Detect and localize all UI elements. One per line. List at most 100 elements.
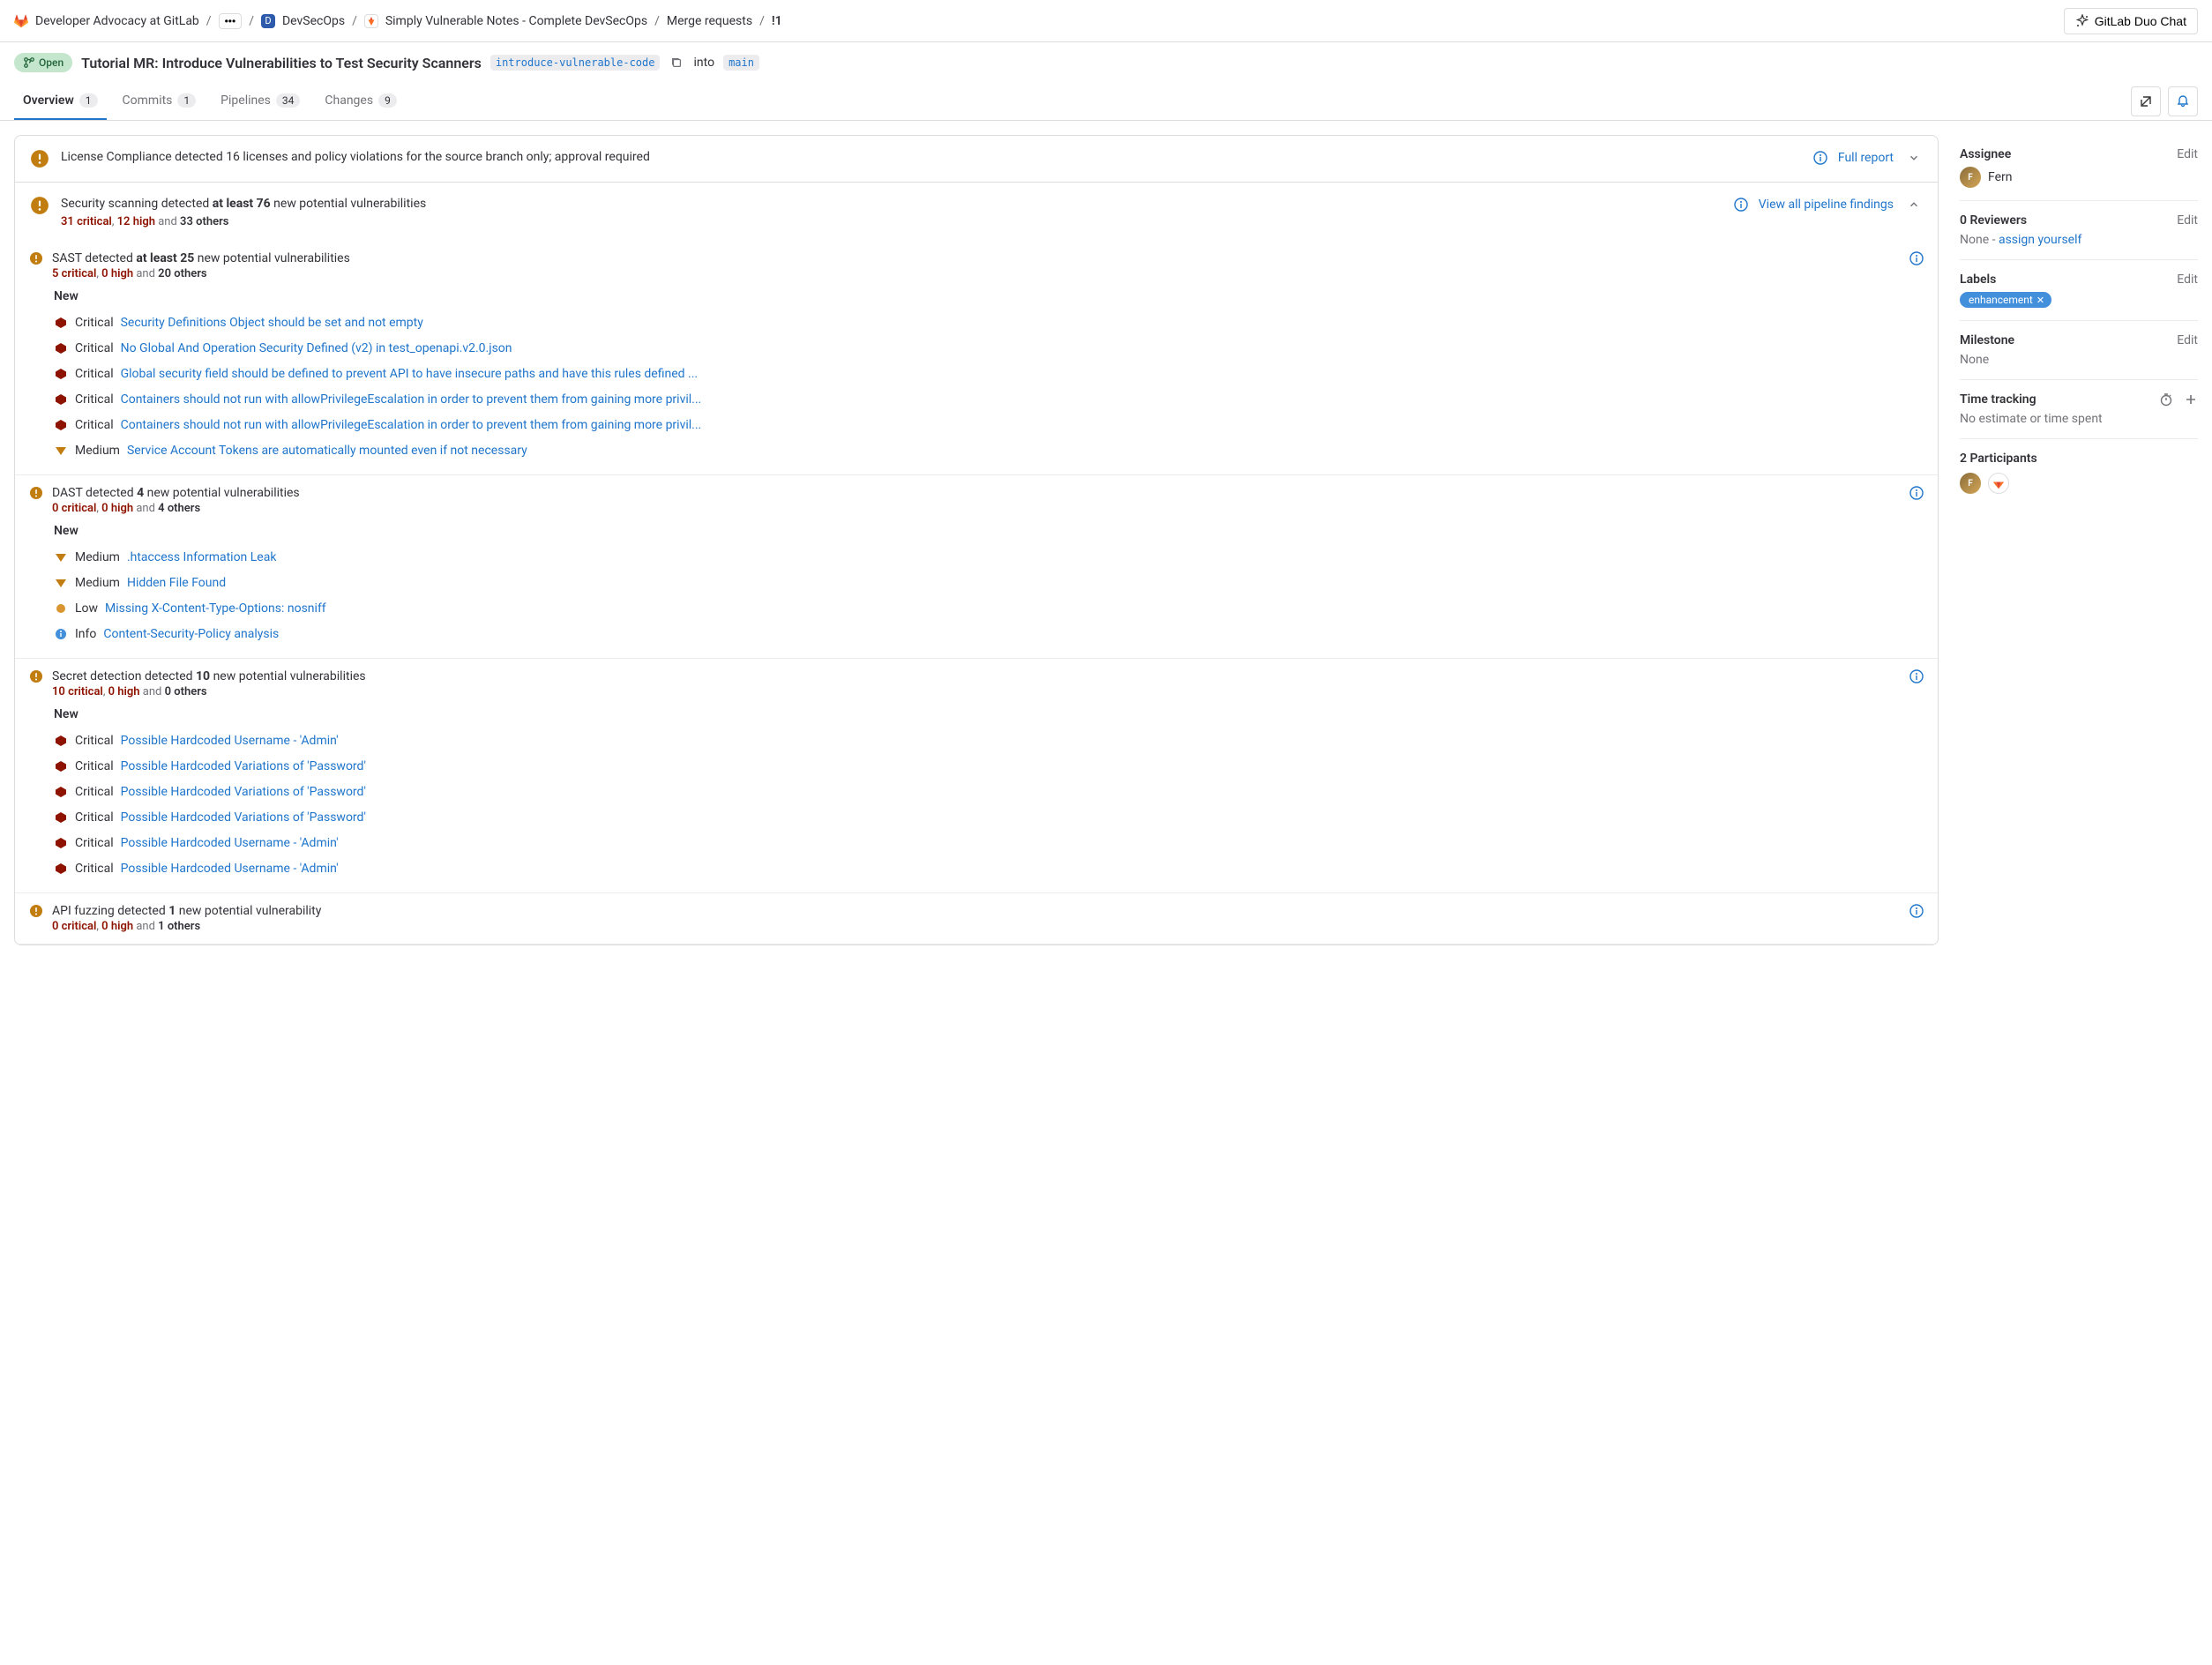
collapse-toggle[interactable]: [1904, 195, 1924, 214]
label-chip[interactable]: enhancement ✕: [1960, 292, 2051, 308]
tab-count: 34: [276, 93, 301, 108]
info-icon[interactable]: [1734, 198, 1748, 212]
reviewers-none: None -: [1960, 233, 1999, 247]
breadcrumb-sep: /: [759, 14, 765, 28]
finding-link[interactable]: Possible Hardcoded Variations of 'Passwo…: [121, 783, 366, 802]
tab-changes[interactable]: Changes9: [316, 83, 405, 120]
milestone-none: None: [1960, 353, 2198, 367]
copy-icon: [670, 56, 683, 69]
stopwatch-icon: [2159, 392, 2173, 407]
finding-row: Medium Hidden File Found: [54, 571, 1924, 596]
finding-link[interactable]: Possible Hardcoded Username - 'Admin': [121, 860, 339, 878]
finding-link[interactable]: Possible Hardcoded Variations of 'Passwo…: [121, 758, 366, 776]
milestone-edit[interactable]: Edit: [2177, 333, 2198, 347]
tab-overview[interactable]: Overview1: [14, 83, 107, 120]
scanner-title: SAST detected at least 25 new potential …: [52, 251, 1901, 265]
participant-avatar[interactable]: F: [1960, 473, 1981, 494]
info-icon[interactable]: [1813, 151, 1827, 165]
warning-icon: [29, 251, 43, 265]
breadcrumb-sep: /: [352, 14, 357, 28]
new-label: New: [54, 524, 1924, 538]
finding-row: Critical Security Definitions Object sho…: [54, 310, 1924, 336]
scanner-title: Secret detection detected 10 new potenti…: [52, 669, 1901, 683]
copy-branch-button[interactable]: [669, 55, 684, 71]
finding-row: Critical Possible Hardcoded Variations o…: [54, 780, 1924, 805]
breadcrumb-root[interactable]: Developer Advocacy at GitLab: [35, 14, 199, 28]
source-branch[interactable]: introduce-vulnerable-code: [490, 55, 661, 71]
finding-row: Critical Possible Hardcoded Username - '…: [54, 856, 1924, 882]
labels-title: Labels: [1960, 273, 1996, 287]
tab-pipelines[interactable]: Pipelines34: [212, 83, 309, 120]
sidebar: Assignee Edit F Fern 0 Reviewers Edit No…: [1960, 135, 2198, 506]
scanners-list: SAST detected at least 25 new potential …: [15, 241, 1938, 944]
info-icon[interactable]: [1909, 486, 1924, 500]
breadcrumb-sep: /: [206, 14, 212, 28]
finding-link[interactable]: Global security field should be defined …: [121, 365, 699, 384]
full-report-link[interactable]: Full report: [1838, 151, 1894, 165]
scanner-counts: 5 critical, 0 high and 20 others: [52, 267, 1901, 280]
security-summary-widget: Security scanning detected at least 76 n…: [15, 183, 1938, 944]
assign-yourself-link[interactable]: assign yourself: [1999, 233, 2081, 247]
finding-link[interactable]: Hidden File Found: [127, 574, 226, 593]
severity-critical-icon: [54, 316, 68, 330]
participant-avatar[interactable]: [1988, 473, 2009, 494]
tanuki-icon: [14, 14, 28, 28]
info-icon[interactable]: [1909, 904, 1924, 918]
avatar[interactable]: F: [1960, 167, 1981, 188]
breadcrumb-ellipsis-button[interactable]: •••: [219, 13, 243, 29]
finding-link[interactable]: .htaccess Information Leak: [127, 549, 276, 567]
collapse-toggle[interactable]: [1904, 148, 1924, 168]
scanner-title: DAST detected 4 new potential vulnerabil…: [52, 486, 1901, 500]
notifications-button[interactable]: [2168, 86, 2198, 116]
severity-medium-icon: [54, 444, 68, 458]
severity-medium-icon: [54, 550, 68, 564]
add-time-button[interactable]: [2184, 392, 2198, 407]
project-icon: [364, 14, 378, 28]
finding-link[interactable]: Possible Hardcoded Username - 'Admin': [121, 732, 339, 750]
external-icon: [2139, 94, 2153, 108]
info-icon[interactable]: [1909, 669, 1924, 683]
finding-link[interactable]: Security Definitions Object should be se…: [121, 314, 423, 332]
chevron-up-icon: [1908, 198, 1920, 211]
tab-commits[interactable]: Commits1: [114, 83, 206, 120]
sidebar-time-tracking: Time tracking No estimate or time spent: [1960, 380, 2198, 439]
timer-button[interactable]: [2159, 392, 2173, 407]
finding-link[interactable]: Containers should not run with allowPriv…: [121, 391, 702, 409]
severity-label: Critical: [75, 860, 114, 878]
milestone-title: Milestone: [1960, 333, 2014, 347]
open-in-ide-button[interactable]: [2131, 86, 2161, 116]
bell-icon: [2176, 94, 2190, 108]
breadcrumb-group[interactable]: DevSecOps: [282, 14, 345, 28]
breadcrumb-section[interactable]: Merge requests: [667, 14, 752, 28]
scanner-title: API fuzzing detected 1 new potential vul…: [52, 904, 1901, 918]
mr-title: Tutorial MR: Introduce Vulnerabilities t…: [81, 55, 482, 71]
duo-chat-button[interactable]: GitLab Duo Chat: [2064, 8, 2198, 34]
severity-label: Info: [75, 625, 96, 644]
finding-row: Medium Service Account Tokens are automa…: [54, 438, 1924, 464]
sidebar-labels: Labels Edit enhancement ✕: [1960, 260, 2198, 321]
into-label: into: [693, 56, 714, 70]
labels-edit[interactable]: Edit: [2177, 273, 2198, 287]
finding-link[interactable]: Missing X-Content-Type-Options: nosniff: [105, 600, 326, 618]
finding-link[interactable]: No Global And Operation Security Defined…: [121, 340, 512, 358]
severity-label: Medium: [75, 574, 120, 593]
finding-link[interactable]: Possible Hardcoded Username - 'Admin': [121, 834, 339, 853]
severity-label: Critical: [75, 416, 114, 435]
assignee-name[interactable]: Fern: [1988, 170, 2013, 184]
finding-link[interactable]: Possible Hardcoded Variations of 'Passwo…: [121, 809, 366, 827]
finding-link[interactable]: Service Account Tokens are automatically…: [127, 442, 527, 460]
finding-row: Low Missing X-Content-Type-Options: nosn…: [54, 596, 1924, 622]
label-remove-icon[interactable]: ✕: [2036, 295, 2044, 306]
target-branch[interactable]: main: [723, 55, 759, 71]
breadcrumb-project[interactable]: Simply Vulnerable Notes - Complete DevSe…: [385, 14, 647, 28]
finding-link[interactable]: Containers should not run with allowPriv…: [121, 416, 702, 435]
mr-header: Open Tutorial MR: Introduce Vulnerabilit…: [0, 42, 2212, 83]
view-all-findings-link[interactable]: View all pipeline findings: [1759, 198, 1894, 212]
assignee-edit[interactable]: Edit: [2177, 147, 2198, 161]
finding-link[interactable]: Content-Security-Policy analysis: [103, 625, 279, 644]
main-column: License Compliance detected 16 licenses …: [14, 135, 1939, 945]
info-icon[interactable]: [1909, 251, 1924, 265]
tab-label: Overview: [23, 93, 74, 108]
reviewers-edit[interactable]: Edit: [2177, 213, 2198, 228]
severity-label: Critical: [75, 834, 114, 853]
